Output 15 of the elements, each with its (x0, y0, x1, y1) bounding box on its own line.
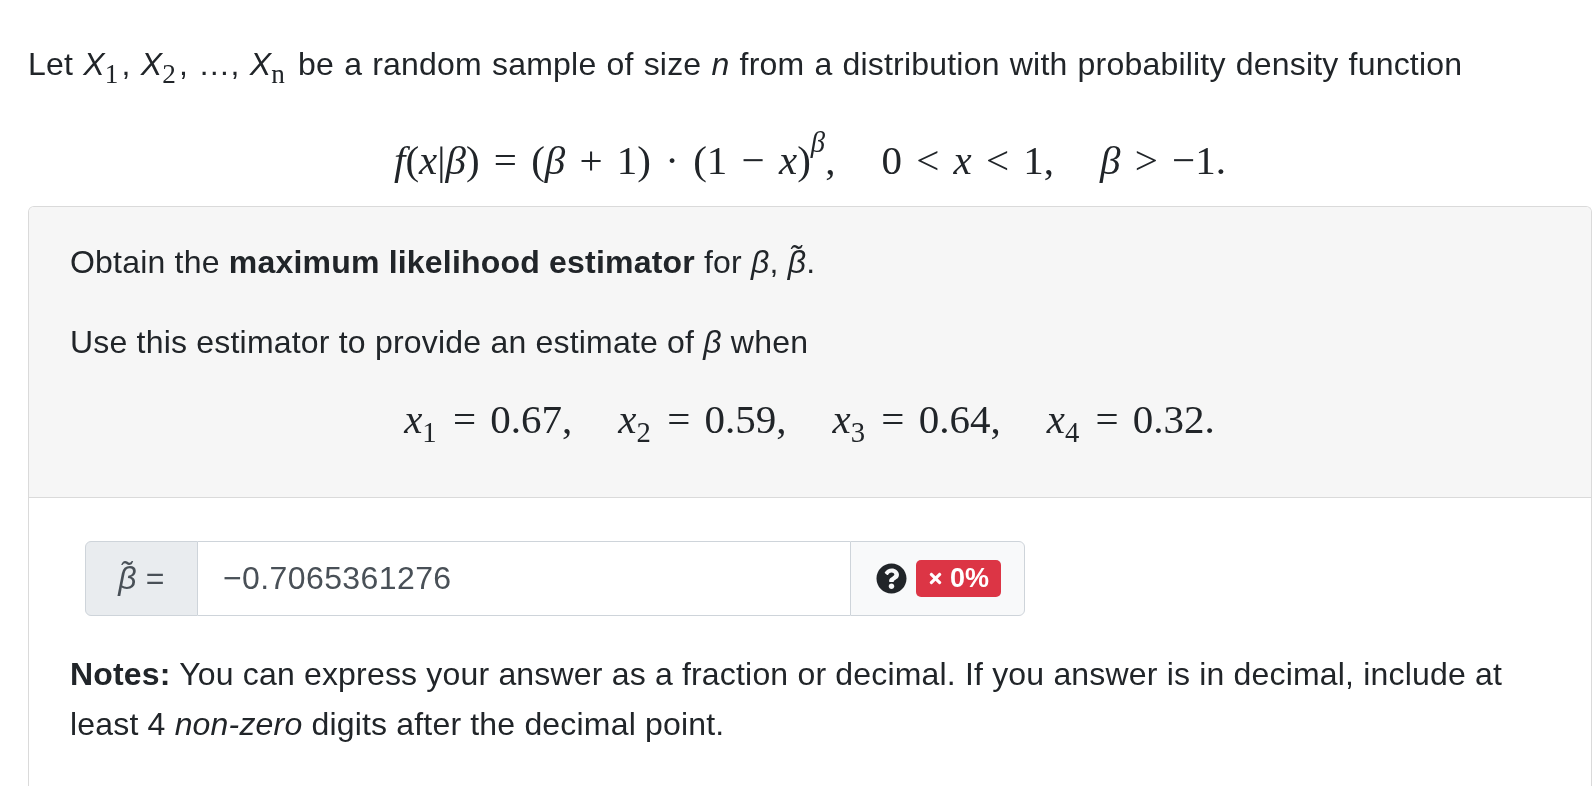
sample-value: x$_{3}$ = 0.64, (832, 395, 1001, 444)
help-icon[interactable] (876, 563, 907, 594)
sample-value: x$_{2}$ = 0.59, (618, 395, 787, 444)
formula-term: 0 < x < 1, (881, 136, 1055, 185)
cross-icon (927, 570, 944, 587)
score-text: 0% (950, 565, 990, 592)
intro-text: Let X$_{1}$, X$_{2}$, …, X$_{n}$ be a random sample of size n from a distribution with probability density function (28, 45, 1464, 89)
formula-term: β > −1. (1100, 136, 1226, 185)
notes-text: Notes: You can express your answer as a fraction or decimal. If you answer is in decimal, include at least 4 non-zero digits after the decimal point. (70, 655, 1503, 744)
sample-value: x$_{4}$ = 0.32. (1046, 395, 1215, 444)
question-text: Obtain the maximum likelihood estimator for β, β̃. (70, 243, 817, 282)
answer-field[interactable]: −0.7065361276 (198, 541, 850, 616)
question-text: Use this estimator to provide an estimate of β when (70, 323, 810, 362)
sample-value: x$_{1}$ = 0.67, (404, 395, 573, 444)
answer-label: β̃ = (85, 541, 198, 616)
